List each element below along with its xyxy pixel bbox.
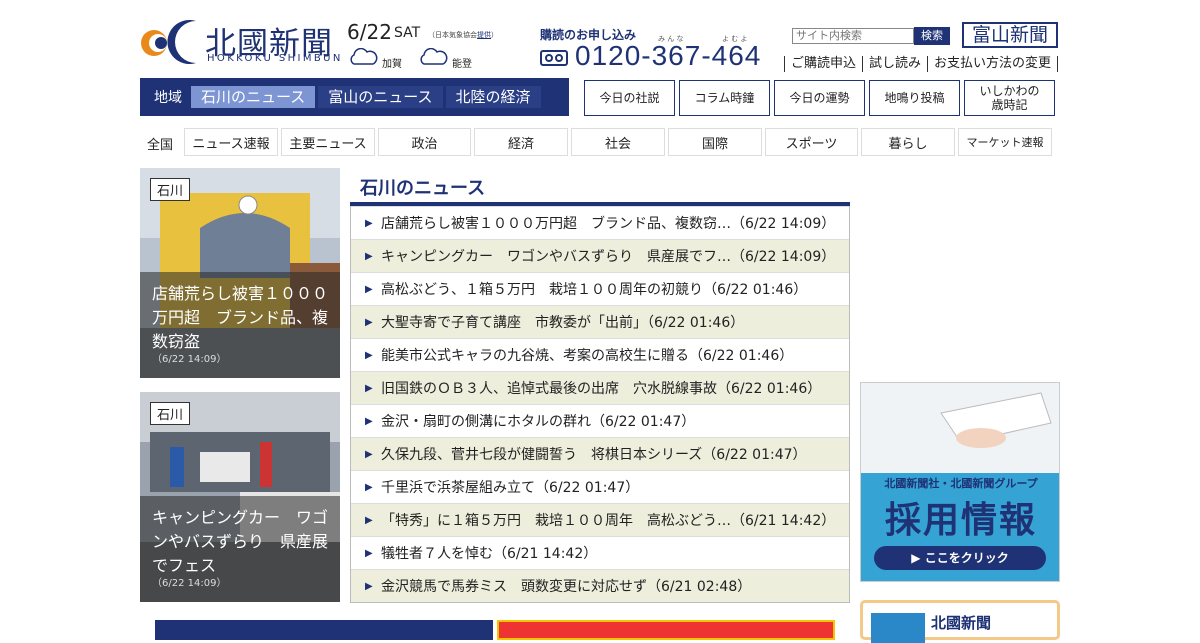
news-headline[interactable]: 高松ぶどう、１箱５万円 栽培１００周年の初競り（6/22 01:46） bbox=[381, 279, 807, 299]
site-search-input[interactable] bbox=[792, 28, 914, 44]
arrow-icon: ▶ bbox=[365, 349, 373, 361]
featured-card[interactable]: 石川 キャンピングカー ワゴンやバスずらり 県産展でフェス （6/22 14:0… bbox=[140, 392, 340, 602]
category-breaking-news[interactable]: ニュース速報 bbox=[184, 128, 278, 156]
search-button[interactable]: 検索 bbox=[914, 27, 950, 45]
news-headline[interactable]: 金沢競馬で馬券ミス 頭数変更に対応せず（6/21 02:48） bbox=[381, 576, 751, 596]
hokkoku-ad-logo bbox=[871, 613, 925, 643]
top-link-trial[interactable]: 試し読み bbox=[862, 56, 927, 72]
arrow-icon: ▶ bbox=[365, 250, 373, 262]
news-headline[interactable]: 金沢・扇町の側溝にホタルの群れ（6/22 01:47） bbox=[381, 411, 695, 431]
day-of-week: SAT bbox=[394, 25, 421, 41]
current-date: 6/22 bbox=[347, 20, 392, 44]
news-headline[interactable]: 犠牲者７人を悼む（6/21 14:42） bbox=[381, 543, 597, 563]
arrow-icon: ▶ bbox=[365, 481, 373, 493]
link-fortune[interactable]: 今日の運勢 bbox=[774, 80, 865, 116]
arrow-icon: ▶ bbox=[365, 580, 373, 592]
news-item[interactable]: ▶ 大聖寺寄で子育て講座 市教委が「出前」（6/22 01:46） bbox=[351, 305, 849, 338]
hokkoku-ad-banner[interactable]: 北國新聞 bbox=[860, 600, 1060, 643]
news-headline[interactable]: キャンピングカー ワゴンやバスずらり 県産展でフ…（6/22 14:09） bbox=[381, 246, 835, 266]
tab-hokuriku-economy[interactable]: 北陸の経済 bbox=[445, 86, 541, 108]
card-region-tag: 石川 bbox=[150, 178, 191, 201]
subscribe-phone-number[interactable]: 0120-367-464 bbox=[575, 40, 761, 72]
arrow-icon: ▶ bbox=[365, 547, 373, 559]
link-ishikawa-saijiki[interactable]: いしかわの 歳時記 bbox=[964, 80, 1055, 116]
recruit-ad-banner[interactable]: 北國新聞社・北國新聞グループ 採用情報 ▶ ここをクリック bbox=[860, 382, 1060, 582]
cloud-icon bbox=[348, 47, 378, 66]
free-dial-icon bbox=[540, 49, 568, 67]
category-politics[interactable]: 政治 bbox=[378, 128, 471, 156]
arrow-icon: ▶ bbox=[365, 382, 373, 394]
cloud-icon bbox=[418, 47, 448, 66]
news-item[interactable]: ▶ 金沢競馬で馬券ミス 頭数変更に対応せず（6/21 02:48） bbox=[351, 569, 849, 602]
weather-area-kaga: 加賀 bbox=[382, 59, 402, 70]
news-headline[interactable]: 店舗荒らし被害１０００万円超 ブランド品、複数窃…（6/22 14:09） bbox=[381, 213, 835, 233]
news-item[interactable]: ▶ 千里浜で浜茶屋組み立て（6/22 01:47） bbox=[351, 470, 849, 503]
bottom-ad-banner[interactable] bbox=[155, 620, 493, 640]
card-region-tag: 石川 bbox=[150, 402, 191, 425]
news-item[interactable]: ▶ 能美市公式キャラの九谷焼、考案の高校生に贈る（6/22 01:46） bbox=[351, 338, 849, 371]
news-headline[interactable]: 久保九段、菅井七段が健闘誓う 将棋日本シリーズ（6/22 01:47） bbox=[381, 444, 807, 464]
news-item[interactable]: ▶ 旧国鉄のＯＢ３人、追悼式最後の出席 穴水脱線事故（6/22 01:46） bbox=[351, 371, 849, 404]
link-reader-posts[interactable]: 地鳴り投稿 bbox=[869, 80, 960, 116]
arrow-icon: ▶ bbox=[365, 415, 373, 427]
card-timestamp: （6/22 14:09） bbox=[152, 578, 227, 589]
arrow-icon: ▶ bbox=[365, 448, 373, 460]
news-item[interactable]: ▶ 店舗荒らし被害１０００万円超 ブランド品、複数窃…（6/22 14:09） bbox=[351, 206, 849, 239]
news-item[interactable]: ▶ 犠牲者７人を悼む（6/21 14:42） bbox=[351, 536, 849, 569]
card-caption: キャンピングカー ワゴンやバスずらり 県産展でフェス （6/22 14:09） bbox=[140, 496, 340, 602]
category-market-news[interactable]: マーケット速報 bbox=[958, 128, 1052, 156]
link-column-jisho[interactable]: コラム時鐘 bbox=[679, 80, 770, 116]
top-link-subscribe[interactable]: ご購読申込 bbox=[784, 56, 862, 72]
weather-area-noto: 能登 bbox=[452, 59, 472, 70]
news-headline[interactable]: 千里浜で浜茶屋組み立て（6/22 01:47） bbox=[381, 477, 639, 497]
news-section-title: 石川のニュース bbox=[360, 178, 486, 199]
category-international[interactable]: 国際 bbox=[668, 128, 762, 156]
news-item[interactable]: ▶ キャンピングカー ワゴンやバスずらり 県産展でフ…（6/22 14:09） bbox=[351, 239, 849, 272]
news-headline[interactable]: 大聖寺寄で子育て講座 市教委が「出前」（6/22 01:46） bbox=[381, 312, 744, 332]
news-headline[interactable]: 能美市公式キャラの九谷焼、考案の高校生に贈る（6/22 01:46） bbox=[381, 345, 793, 365]
top-link-payment[interactable]: お支払い方法の変更 bbox=[927, 56, 1059, 72]
weather-source-link[interactable]: 提供 bbox=[477, 31, 491, 39]
weather-source: （日本気象協会提供） bbox=[428, 31, 498, 39]
top-links: ご購読申込 試し読み お支払い方法の変更 bbox=[784, 56, 1059, 72]
recruit-click-button[interactable]: ▶ ここをクリック bbox=[874, 546, 1046, 570]
recruit-ad-subtitle: 北國新聞社・北國新聞グループ bbox=[884, 477, 1038, 490]
arrow-icon: ▶ bbox=[365, 316, 373, 328]
news-headline[interactable]: 「特秀」に１箱５万円 栽培１００周年 高松ぶどう…（6/21 14:42） bbox=[381, 510, 835, 530]
region-nav: 地域 石川のニュース 富山のニュース 北陸の経済 bbox=[140, 78, 569, 116]
arrow-icon: ▶ bbox=[365, 217, 373, 229]
featured-card[interactable]: 石川 店舗荒らし被害１０００万円超 ブランド品、複数窃盗 （6/22 14:09… bbox=[140, 168, 340, 378]
site-logo-subtitle: HOKKOKU SHIMBUN bbox=[207, 53, 343, 64]
recruit-ad-photo bbox=[861, 383, 1059, 473]
news-headline[interactable]: 旧国鉄のＯＢ３人、追悼式最後の出席 穴水脱線事故（6/22 01:46） bbox=[381, 378, 821, 398]
category-top-news[interactable]: 主要ニュース bbox=[281, 128, 375, 156]
category-society[interactable]: 社会 bbox=[571, 128, 665, 156]
recruit-ad-title: 採用情報 bbox=[884, 500, 1037, 541]
bottom-ad-banner[interactable] bbox=[497, 620, 835, 640]
region-nav-label: 地域 bbox=[154, 90, 182, 106]
toyama-shimbun-logo[interactable]: 富山新聞 bbox=[962, 22, 1058, 48]
category-nav-label: 全国 bbox=[147, 138, 174, 153]
tab-ishikawa-news[interactable]: 石川のニュース bbox=[191, 86, 316, 108]
news-item[interactable]: ▶ 金沢・扇町の側溝にホタルの群れ（6/22 01:47） bbox=[351, 404, 849, 437]
card-headline[interactable]: キャンピングカー ワゴンやバスずらり 県産展でフェス bbox=[152, 506, 328, 578]
card-caption: 店舗荒らし被害１０００万円超 ブランド品、複数窃盗 （6/22 14:09） bbox=[140, 272, 340, 378]
tab-toyama-news[interactable]: 富山のニュース bbox=[318, 86, 443, 108]
news-item[interactable]: ▶ 「特秀」に１箱５万円 栽培１００周年 高松ぶどう…（6/21 14:42） bbox=[351, 503, 849, 536]
category-economy[interactable]: 経済 bbox=[474, 128, 568, 156]
arrow-icon: ▶ bbox=[365, 283, 373, 295]
news-item[interactable]: ▶ 久保九段、菅井七段が健闘誓う 将棋日本シリーズ（6/22 01:47） bbox=[351, 437, 849, 470]
category-living[interactable]: 暮らし bbox=[861, 128, 955, 156]
category-sports[interactable]: スポーツ bbox=[765, 128, 858, 156]
news-item[interactable]: ▶ 高松ぶどう、１箱５万円 栽培１００周年の初競り（6/22 01:46） bbox=[351, 272, 849, 305]
hokkoku-logo-mark[interactable] bbox=[140, 17, 198, 65]
card-headline[interactable]: 店舗荒らし被害１０００万円超 ブランド品、複数窃盗 bbox=[152, 282, 328, 354]
arrow-icon: ▶ bbox=[365, 514, 373, 526]
card-timestamp: （6/22 14:09） bbox=[152, 354, 227, 365]
link-editorial[interactable]: 今日の社説 bbox=[584, 80, 675, 116]
news-list: ▶ 店舗荒らし被害１０００万円超 ブランド品、複数窃…（6/22 14:09） ▶… bbox=[350, 206, 850, 603]
